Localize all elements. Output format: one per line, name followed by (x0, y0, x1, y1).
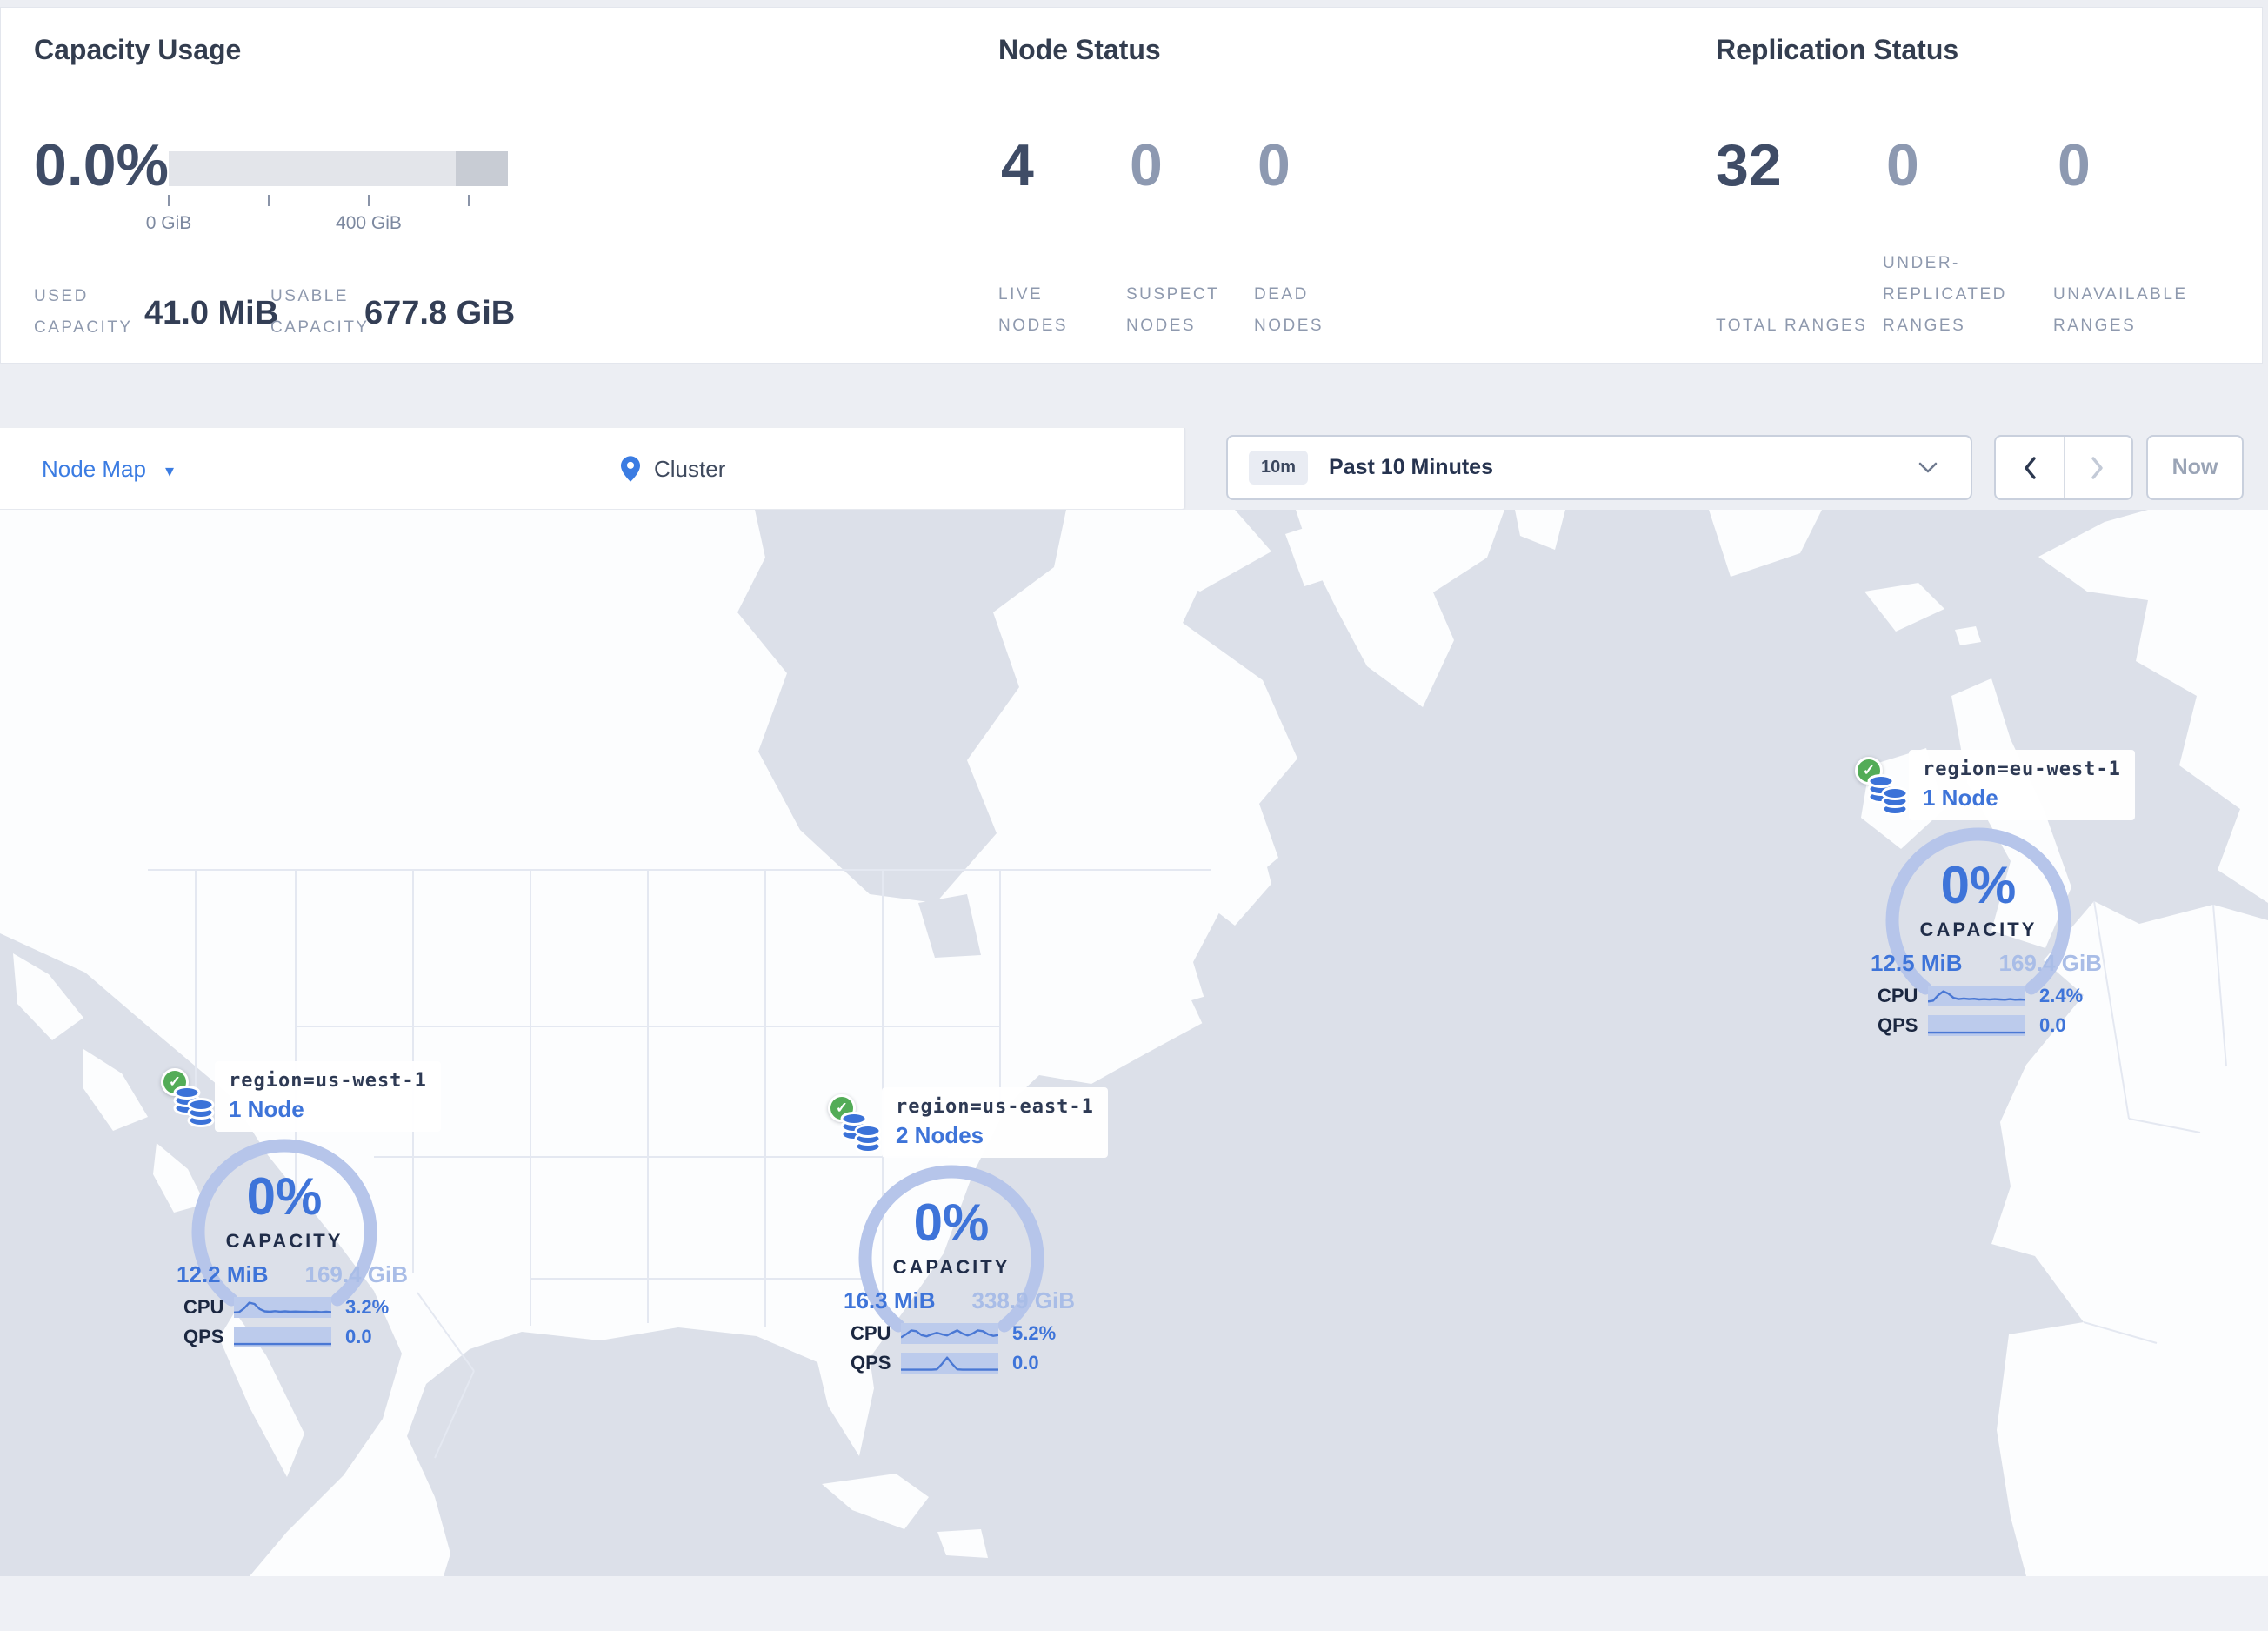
axis-tick (168, 195, 170, 206)
cpu-label: CPU (1878, 985, 1918, 1006)
qps-sparkline (234, 1327, 331, 1347)
live-nodes-label: LIVE NODES (998, 285, 1069, 335)
chevron-down-icon: ▾ (164, 461, 175, 481)
breadcrumb-cluster[interactable]: Cluster (621, 428, 725, 510)
time-window-badge: 10m (1249, 451, 1309, 485)
region-name: region=eu-west-1 (1923, 759, 2121, 780)
location-pin-icon (621, 456, 640, 482)
region-marker-eu-west-1[interactable]: ✓ region=eu-west-1 1 Node 0% CAPACITY 12… (1855, 750, 2135, 1057)
cpu-label: CPU (183, 1296, 224, 1318)
chevron-down-icon (1918, 462, 1938, 472)
usable-capacity-value: 677.8 GiB (364, 295, 516, 331)
node-count-link[interactable]: 1 Node (229, 1096, 427, 1123)
total-capacity: 338.9 GiB (971, 1287, 1075, 1313)
capacity-percent: 0% (1940, 856, 2017, 914)
capacity-percent: 0% (246, 1167, 323, 1226)
qps-value: 0.0 (2039, 1014, 2066, 1036)
capacity-usage-bar (169, 151, 508, 186)
qps-value: 0.0 (1012, 1352, 1039, 1374)
time-interval-nav (1994, 435, 2133, 500)
capacity-percent: 0% (913, 1193, 990, 1252)
node-status-title: Node Status (998, 34, 1161, 65)
dead-nodes-label: DEAD NODES (1254, 285, 1324, 335)
suspect-nodes-value: 0 (1130, 132, 1163, 198)
qps-sparkline (901, 1353, 998, 1374)
cpu-sparkline (1928, 986, 2025, 1006)
axis-tick-label: 400 GiB (336, 213, 402, 233)
capacity-label: CAPACITY (1919, 919, 2038, 940)
total-ranges-label: TOTAL RANGES (1716, 317, 1868, 335)
total-capacity: 169.4 GiB (304, 1261, 408, 1287)
view-toolbar: Node Map ▾ Cluster (0, 428, 1185, 510)
total-ranges-value: 32 (1716, 132, 1782, 198)
qps-label: QPS (183, 1326, 224, 1347)
cluster-summary-panel: Capacity Usage 0.0% 0 GiB 400 GiB USED C… (0, 7, 2263, 364)
time-range-select[interactable]: 10m Past 10 Minutes (1226, 435, 1972, 500)
now-button[interactable]: Now (2146, 435, 2244, 500)
live-nodes-value: 4 (1001, 132, 1034, 198)
capacity-bar-reserved-segment (455, 151, 508, 186)
qps-label: QPS (1878, 1014, 1918, 1036)
capacity-label: CAPACITY (225, 1230, 344, 1252)
qps-label: QPS (850, 1352, 891, 1374)
time-range-label: Past 10 Minutes (1329, 455, 1493, 479)
under-replicated-ranges-label: UNDER-REPLICATED RANGES (1883, 254, 2007, 335)
replication-status-title: Replication Status (1716, 34, 1959, 65)
axis-tick (268, 195, 270, 206)
capacity-usage-percent: 0.0% (34, 132, 169, 198)
cpu-value: 2.4% (2039, 985, 2084, 1006)
cpu-sparkline (234, 1297, 331, 1318)
used-capacity-value: 41.0 MiB (144, 295, 279, 331)
view-selector-label: Node Map (42, 455, 146, 482)
capacity-label: CAPACITY (892, 1256, 1011, 1278)
usable-capacity-label: USABLE CAPACITY (270, 287, 370, 337)
suspect-nodes-label: SUSPECT NODES (1126, 285, 1219, 335)
cpu-value: 3.2% (345, 1296, 390, 1318)
next-interval-button[interactable] (2065, 437, 2132, 498)
chevron-right-icon (2091, 456, 2103, 479)
region-marker-us-west-1[interactable]: ✓ region=us-west-1 1 Node 0% CAPACITY 12… (161, 1061, 441, 1368)
breadcrumb-label: Cluster (654, 455, 726, 482)
view-selector-dropdown[interactable]: Node Map ▾ (42, 428, 174, 510)
region-marker-us-east-1[interactable]: ✓ region=us-east-1 2 Nodes 0% CAPACITY 1… (828, 1087, 1108, 1394)
capacity-usage-title: Capacity Usage (34, 34, 242, 65)
map-footer-strip (0, 1576, 2268, 1631)
axis-tick (368, 195, 370, 206)
dead-nodes-value: 0 (1257, 132, 1291, 198)
chevron-left-icon (2025, 456, 2036, 479)
region-name: region=us-east-1 (896, 1096, 1094, 1118)
used-capacity: 12.5 MiB (1871, 950, 1963, 976)
cpu-label: CPU (850, 1322, 891, 1344)
used-capacity-label: USED CAPACITY (34, 287, 133, 337)
node-count-link[interactable]: 2 Nodes (896, 1122, 1094, 1149)
qps-value: 0.0 (345, 1326, 372, 1347)
unavailable-ranges-label: UNAVAILABLE RANGES (2053, 285, 2188, 335)
qps-sparkline (1928, 1015, 2025, 1036)
used-capacity: 12.2 MiB (177, 1261, 269, 1287)
node-count-link[interactable]: 1 Node (1923, 785, 2121, 812)
total-capacity: 169.4 GiB (1998, 950, 2102, 976)
under-replicated-ranges-value: 0 (1886, 132, 1919, 198)
used-capacity: 16.3 MiB (844, 1287, 936, 1313)
prev-interval-button[interactable] (1996, 437, 2065, 498)
node-map: ✓ region=us-west-1 1 Node 0% CAPACITY 12… (0, 510, 2268, 1576)
unavailable-ranges-value: 0 (2058, 132, 2091, 198)
axis-tick (468, 195, 470, 206)
axis-tick-label: 0 GiB (145, 213, 192, 233)
cpu-value: 5.2% (1012, 1322, 1057, 1344)
region-name: region=us-west-1 (229, 1070, 427, 1092)
cpu-sparkline (901, 1323, 998, 1344)
